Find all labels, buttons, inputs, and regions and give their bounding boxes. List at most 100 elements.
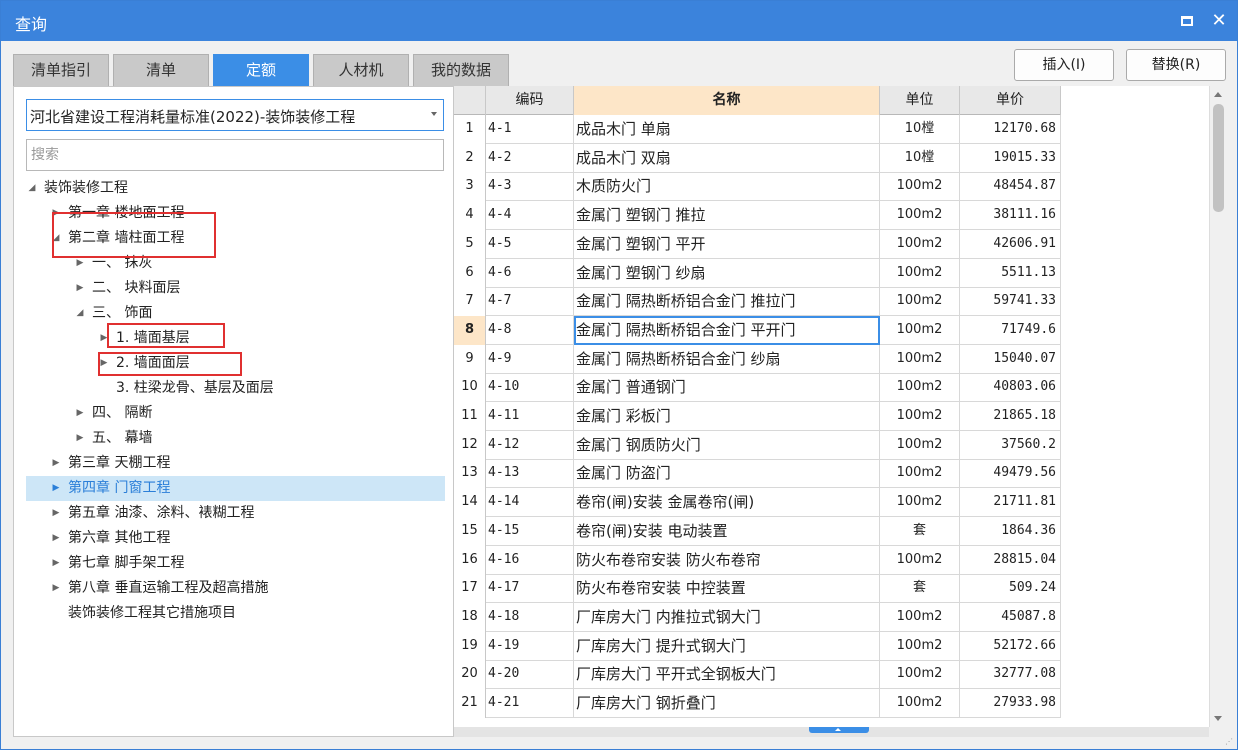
row-number[interactable]: 9: [454, 344, 486, 374]
collapse-arrow-icon[interactable]: ▶: [50, 451, 62, 476]
cell-code[interactable]: 4-6: [486, 258, 574, 288]
maximize-icon[interactable]: [1175, 9, 1199, 33]
cell-name[interactable]: 厂库房大门 提升式钢大门: [574, 631, 880, 661]
table-row[interactable]: 12 4-12 金属门 钢质防火门 100m2 37560.2: [454, 430, 1061, 460]
row-number[interactable]: 6: [454, 258, 486, 288]
row-number[interactable]: 4: [454, 201, 486, 231]
cell-code[interactable]: 4-17: [486, 574, 574, 604]
cell-name[interactable]: 成品木门 单扇: [574, 115, 880, 144]
vertical-scrollbar[interactable]: [1209, 86, 1226, 727]
tree-item[interactable]: ◢ 三、 饰面: [26, 301, 445, 326]
table-row[interactable]: 4 4-4 金属门 塑钢门 推拉 100m2 38111.16: [454, 201, 1061, 231]
resize-grip-icon[interactable]: ⋰: [1225, 737, 1235, 747]
cell-unit[interactable]: 100m2: [880, 430, 960, 460]
row-number[interactable]: 13: [454, 459, 486, 489]
tree-item[interactable]: ▶ 第四章 门窗工程: [26, 476, 445, 501]
cell-unit[interactable]: 100m2: [880, 689, 960, 718]
table-row[interactable]: 3 4-3 木质防火门 100m2 48454.87: [454, 172, 1061, 202]
tree-item[interactable]: ▶ 五、 幕墙: [26, 426, 445, 451]
table-row[interactable]: 11 4-11 金属门 彩板门 100m2 21865.18: [454, 402, 1061, 431]
cell-price[interactable]: 15040.07: [960, 344, 1061, 374]
tree-item[interactable]: 3. 柱梁龙骨、基层及面层: [26, 376, 445, 401]
cell-name[interactable]: 厂库房大门 平开式全钢板大门: [574, 660, 880, 690]
column-header-code[interactable]: 编码: [486, 86, 574, 115]
cell-name[interactable]: 金属门 塑钢门 推拉: [574, 201, 880, 231]
cell-name[interactable]: 金属门 防盗门: [574, 459, 880, 489]
cell-code[interactable]: 4-10: [486, 373, 574, 403]
insert-button[interactable]: 插入(I): [1014, 49, 1114, 81]
cell-unit[interactable]: 100m2: [880, 660, 960, 690]
cell-name[interactable]: 防火布卷帘安装 防火布卷帘: [574, 545, 880, 575]
cell-code[interactable]: 4-20: [486, 660, 574, 690]
cell-name[interactable]: 木质防火门: [574, 172, 880, 202]
scroll-up-icon[interactable]: [1214, 92, 1222, 97]
table-row[interactable]: 17 4-17 防火布卷帘安装 中控装置套 509.24: [454, 574, 1061, 604]
column-header-price[interactable]: 单价: [960, 86, 1061, 115]
cell-price[interactable]: 28815.04: [960, 545, 1061, 575]
table-row[interactable]: 21 4-21 厂库房大门 钢折叠门 100m2 27933.98: [454, 689, 1061, 718]
tree-item[interactable]: ▶ 第三章 天棚工程: [26, 451, 445, 476]
table-row[interactable]: 20 4-20 厂库房大门 平开式全钢板大门 100m2 32777.08: [454, 660, 1061, 690]
cell-name[interactable]: 金属门 钢质防火门: [574, 430, 880, 460]
table-row[interactable]: 6 4-6 金属门 塑钢门 纱扇 100m2 5511.13: [454, 258, 1061, 288]
cell-price[interactable]: 27933.98: [960, 689, 1061, 718]
row-number[interactable]: 19: [454, 631, 486, 661]
cell-price[interactable]: 19015.33: [960, 143, 1061, 173]
cell-unit[interactable]: 100m2: [880, 344, 960, 374]
table-row[interactable]: 5 4-5 金属门 塑钢门 平开 100m2 42606.91: [454, 229, 1061, 259]
cell-code[interactable]: 4-16: [486, 545, 574, 575]
row-number[interactable]: 2: [454, 143, 486, 173]
row-number[interactable]: 20: [454, 660, 486, 690]
cell-price[interactable]: 49479.56: [960, 459, 1061, 489]
cell-name[interactable]: 防火布卷帘安装 中控装置: [574, 574, 880, 604]
cell-code[interactable]: 4-4: [486, 201, 574, 231]
cell-unit[interactable]: 100m2: [880, 459, 960, 489]
cell-price[interactable]: 71749.6: [960, 315, 1061, 345]
cell-price[interactable]: 12170.68: [960, 115, 1061, 144]
cell-price[interactable]: 509.24: [960, 574, 1061, 604]
row-number[interactable]: 15: [454, 516, 486, 546]
cell-name[interactable]: 金属门 塑钢门 平开: [574, 229, 880, 259]
cell-price[interactable]: 40803.06: [960, 373, 1061, 403]
cell-unit[interactable]: 100m2: [880, 229, 960, 259]
cell-unit[interactable]: 100m2: [880, 287, 960, 317]
replace-button[interactable]: 替换(R): [1126, 49, 1226, 81]
cell-code[interactable]: 4-9: [486, 344, 574, 374]
row-number[interactable]: 3: [454, 172, 486, 202]
tree-item[interactable]: ▶ 1. 墙面基层: [26, 326, 445, 351]
scroll-down-icon[interactable]: [1214, 716, 1222, 721]
cell-unit[interactable]: 100m2: [880, 488, 960, 518]
cell-code[interactable]: 4-2: [486, 143, 574, 173]
collapse-arrow-icon[interactable]: ▶: [50, 476, 62, 501]
tab-bill-guide[interactable]: 清单指引: [13, 54, 109, 86]
chevron-down-icon[interactable]: [431, 112, 437, 116]
table-row[interactable]: 16 4-16 防火布卷帘安装 防火布卷帘 100m2 28815.04: [454, 545, 1061, 575]
row-number[interactable]: 12: [454, 430, 486, 460]
tree-item[interactable]: ▶ 第八章 垂直运输工程及超高措施: [26, 576, 445, 601]
cell-price[interactable]: 32777.08: [960, 660, 1061, 690]
cell-code[interactable]: 4-11: [486, 402, 574, 431]
cell-code[interactable]: 4-8: [486, 315, 574, 345]
horizontal-scrollbar[interactable]: [454, 727, 1209, 737]
close-icon[interactable]: ✕: [1207, 9, 1231, 33]
table-row[interactable]: 18 4-18 厂库房大门 内推拉式钢大门 100m2 45087.8: [454, 602, 1061, 632]
cell-unit[interactable]: 100m2: [880, 545, 960, 575]
row-number[interactable]: 5: [454, 229, 486, 259]
cell-price[interactable]: 59741.33: [960, 287, 1061, 317]
cell-code[interactable]: 4-19: [486, 631, 574, 661]
cell-unit[interactable]: 10樘: [880, 115, 960, 144]
collapse-arrow-icon[interactable]: ▶: [50, 501, 62, 526]
tab-labor-material-machine[interactable]: 人材机: [313, 54, 409, 86]
cell-code[interactable]: 4-18: [486, 602, 574, 632]
cell-name[interactable]: 卷帘(闸)安装 电动装置: [574, 516, 880, 546]
table-row[interactable]: 14 4-14 卷帘(闸)安装 金属卷帘(闸) 100m2 21711.81: [454, 488, 1061, 518]
cell-name[interactable]: 厂库房大门 内推拉式钢大门: [574, 602, 880, 632]
table-row[interactable]: 10 4-10 金属门 普通钢门 100m2 40803.06: [454, 373, 1061, 403]
row-number[interactable]: 11: [454, 402, 486, 431]
tree-item[interactable]: ▶ 二、 块料面层: [26, 276, 445, 301]
column-header-name[interactable]: 名称: [574, 86, 880, 115]
tree-item[interactable]: ▶ 第七章 脚手架工程: [26, 551, 445, 576]
table-row[interactable]: 13 4-13 金属门 防盗门 100m2 49479.56: [454, 459, 1061, 489]
collapse-arrow-icon[interactable]: ▶: [50, 576, 62, 601]
cell-unit[interactable]: 套: [880, 574, 960, 604]
